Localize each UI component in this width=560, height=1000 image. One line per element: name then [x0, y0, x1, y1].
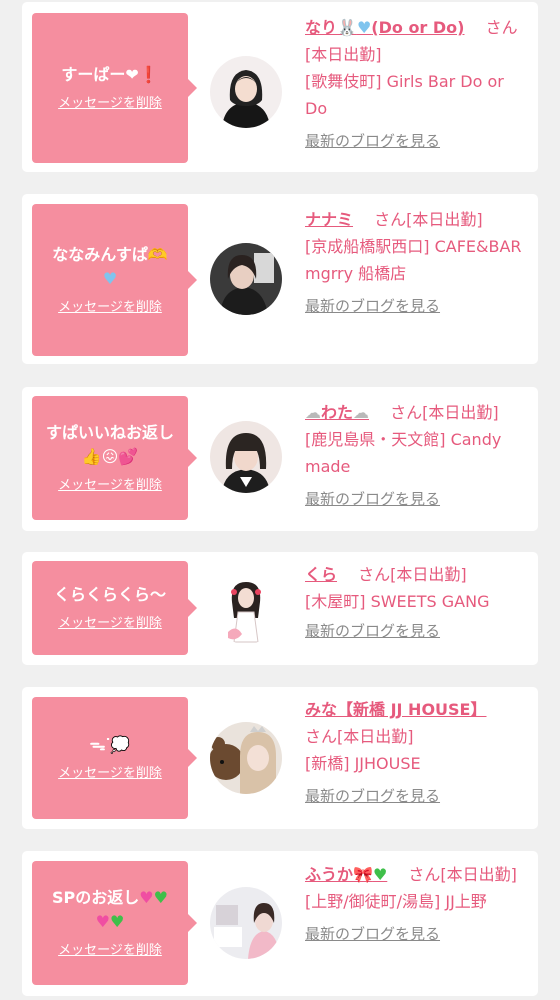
- shop-location: [新橋] JJHOUSE: [305, 754, 421, 773]
- shop-location: [上野/御徒町/湯島] JJ上野: [305, 892, 487, 911]
- message-text: SPのお返し♥♥ ♥♥: [52, 888, 168, 931]
- blue-heart-icon: ♥: [102, 269, 118, 288]
- attendance-status: [本日出勤]: [422, 403, 499, 422]
- delete-message-link[interactable]: メッセージを削除: [58, 615, 162, 633]
- cast-info: ふうか🎀♥ さん[本日出勤] [上野/御徒町/湯島] JJ上野 最新のブログを見…: [305, 861, 527, 944]
- message-bubble: SPのお返し♥♥ ♥♥ メッセージを削除: [32, 861, 197, 985]
- avatar-photo: [210, 887, 282, 959]
- cast-name-link[interactable]: ナナミ: [305, 210, 353, 229]
- avatar[interactable]: [210, 722, 282, 794]
- thought-bubble-icon: 💭: [110, 735, 131, 754]
- avatar-photo: [210, 56, 282, 128]
- latest-blog-link[interactable]: 最新のブログを見る: [305, 489, 527, 509]
- latest-blog-link[interactable]: 最新のブログを見る: [305, 924, 527, 944]
- cast-info: なり🐰♥(Do or Do) さん [本日出勤] [歌舞伎町] Girls Bar…: [305, 14, 527, 151]
- message-card: ᯓᐝ💭 メッセージを削除 みな【新橋 JJ HOUSE】 さん[本日出勤] [新…: [22, 687, 538, 829]
- attendance-status: [本日出勤]: [305, 45, 382, 64]
- avatar-photo: [210, 572, 282, 644]
- heart-hands-icon: 🫶: [147, 245, 168, 264]
- attendance-status: [本日出勤]: [390, 565, 467, 584]
- delete-message-link[interactable]: メッセージを削除: [58, 95, 162, 113]
- delete-message-link[interactable]: メッセージを削除: [58, 765, 162, 783]
- avatar[interactable]: [210, 56, 282, 128]
- pink-heart-icon: ♥: [95, 912, 110, 931]
- message-bubble: くらくらくら〜 メッセージを削除: [32, 561, 197, 655]
- delete-message-link[interactable]: メッセージを削除: [58, 299, 162, 317]
- thumbs-up-icon: 👍: [81, 447, 102, 466]
- message-text: ななみんすぱ🫶 ♥: [52, 245, 168, 288]
- attendance-status: [本日出勤]: [440, 865, 517, 884]
- attendance-status: [本日出勤]: [337, 727, 414, 746]
- cast-info: ナナミ さん[本日出勤] [京成船橋駅西口] CAFE&BAR mgrry 船橋…: [305, 206, 527, 316]
- green-heart-icon: ♥: [153, 888, 168, 907]
- latest-blog-link[interactable]: 最新のブログを見る: [305, 296, 527, 316]
- message-bubble: すーぱー❤︎❗️ メッセージを削除: [32, 13, 197, 163]
- message-card: ななみんすぱ🫶 ♥ メッセージを削除 ナナミ さん[本日出勤] [京成船橋駅西口]…: [22, 194, 538, 364]
- message-bubble: ななみんすぱ🫶 ♥ メッセージを削除: [32, 204, 197, 356]
- cast-name-link[interactable]: くら: [305, 565, 337, 584]
- honorific: さん: [390, 403, 423, 422]
- message-text: くらくらくら〜: [53, 585, 166, 604]
- avatar[interactable]: [210, 572, 282, 644]
- green-heart-icon: ♥: [109, 912, 125, 931]
- avatar[interactable]: [210, 421, 282, 493]
- cast-name-link[interactable]: ふうか🎀♥: [305, 865, 387, 884]
- shop-location: [京成船橋駅西口] CAFE&BAR mgrry 船橋店: [305, 237, 522, 283]
- delete-message-link[interactable]: メッセージを削除: [58, 477, 162, 495]
- honorific: さん: [305, 727, 338, 746]
- latest-blog-link[interactable]: 最新のブログを見る: [305, 131, 527, 151]
- cast-info: みな【新橋 JJ HOUSE】 さん[本日出勤] [新橋] JJHOUSE 最新…: [305, 696, 527, 806]
- delete-message-link[interactable]: メッセージを削除: [58, 942, 162, 960]
- message-text: ᯓᐝ💭: [89, 735, 131, 754]
- honorific: さん: [408, 865, 441, 884]
- cast-info: くら さん[本日出勤] [木屋町] SWEETS GANG 最新のブログを見る: [305, 561, 527, 641]
- ribbon-icon: 🎀: [353, 865, 373, 884]
- message-card: SPのお返し♥♥ ♥♥ メッセージを削除 ふうか🎀♥ さん[本日出勤] [上野/御…: [22, 851, 538, 996]
- cast-name-link[interactable]: みな【新橋 JJ HOUSE】: [305, 700, 487, 719]
- two-hearts-icon: 💕: [118, 447, 139, 466]
- message-bubble: すぱいいねお返し 👍😖💕 メッセージを削除: [32, 396, 197, 520]
- cast-name-link[interactable]: なり🐰♥(Do or Do): [305, 18, 464, 37]
- honorific: さん: [358, 565, 391, 584]
- cast-name-link[interactable]: ☁わた☁: [305, 403, 369, 422]
- avatar-photo: [210, 421, 282, 493]
- shop-location: [歌舞伎町] Girls Bar Do or Do: [305, 72, 504, 118]
- honorific: さん: [374, 210, 407, 229]
- message-text: すぱいいねお返し 👍😖💕: [45, 423, 174, 466]
- shop-location: [鹿児島県・天文館] Candy made: [305, 430, 502, 476]
- avatar-photo: [210, 722, 282, 794]
- message-text: すーぱー❤︎❗️: [61, 65, 159, 84]
- blue-heart-icon: ♥: [356, 18, 372, 37]
- pink-heart-icon: ♥: [139, 888, 154, 907]
- cloud-icon: ☁: [305, 403, 321, 422]
- message-card: すぱいいねお返し 👍😖💕 メッセージを削除 ☁わた☁ さん[本日出勤] [鹿児島県…: [22, 387, 538, 531]
- rabbit-icon: 🐰: [337, 18, 357, 37]
- latest-blog-link[interactable]: 最新のブログを見る: [305, 786, 527, 806]
- attendance-status: [本日出勤]: [406, 210, 483, 229]
- confounded-face-icon: 😖: [101, 447, 119, 466]
- message-bubble: ᯓᐝ💭 メッセージを削除: [32, 697, 197, 819]
- message-card: すーぱー❤︎❗️ メッセージを削除 なり🐰♥(Do or Do) さん [本日出勤…: [22, 2, 538, 172]
- avatar[interactable]: [210, 243, 282, 315]
- message-card: くらくらくら〜 メッセージを削除 くら さん[本日出勤] [木屋町] SWEET…: [22, 552, 538, 665]
- cloud-icon: ☁: [353, 403, 370, 422]
- avatar-photo: [210, 243, 282, 315]
- latest-blog-link[interactable]: 最新のブログを見る: [305, 621, 527, 641]
- green-heart-icon: ♥: [372, 865, 388, 884]
- avatar[interactable]: [210, 887, 282, 959]
- shop-location: [木屋町] SWEETS GANG: [305, 592, 490, 611]
- cast-info: ☁わた☁ さん[本日出勤] [鹿児島県・天文館] Candy made 最新のブ…: [305, 399, 527, 509]
- honorific: さん: [485, 18, 518, 37]
